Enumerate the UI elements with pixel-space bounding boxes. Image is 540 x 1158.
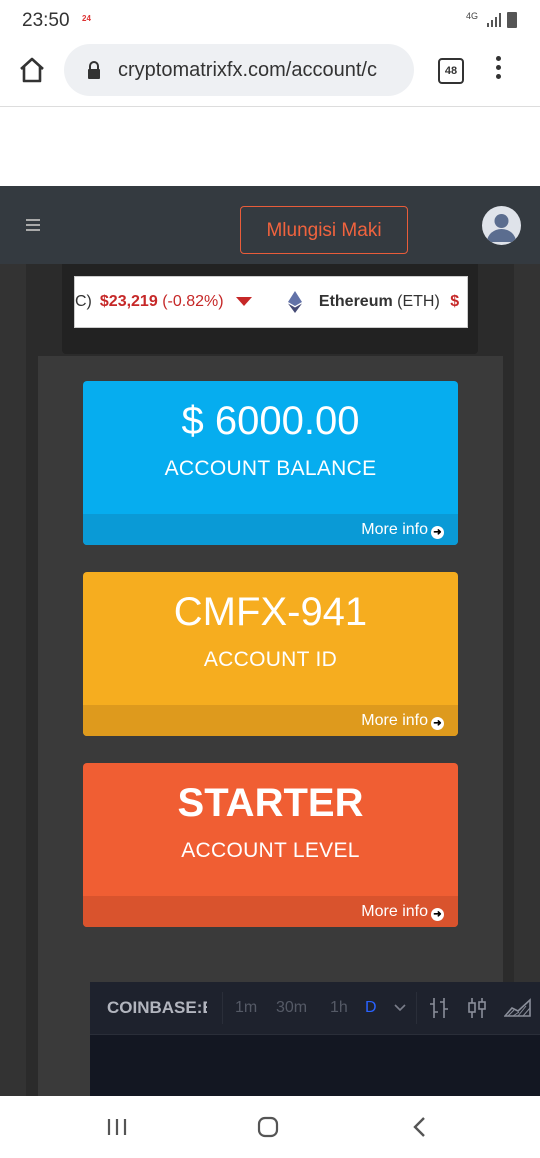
home-nav-icon[interactable] (257, 1116, 279, 1138)
arrow-circle-right-icon: ➜ (431, 526, 444, 539)
arrow-circle-right-icon: ➜ (431, 717, 444, 730)
chart-toolbar: COINBASE:E 1m 30m 1h D (90, 982, 540, 1035)
more-info-link[interactable]: More info ➜ (83, 514, 458, 545)
account-id-card: CMFX-941 ACCOUNT ID More info ➜ (83, 572, 458, 736)
more-vert-icon[interactable] (496, 56, 502, 83)
account-balance-label: ACCOUNT BALANCE (164, 457, 377, 480)
toolbar-divider (416, 992, 417, 1024)
account-balance-value: $ 6000.00 (181, 399, 360, 443)
chevron-down-icon[interactable] (394, 1004, 406, 1012)
ticker-prev-symbol: C) (75, 293, 92, 311)
user-avatar-icon[interactable] (482, 206, 521, 245)
hamburger-icon[interactable] (26, 219, 40, 234)
signal-icon (487, 13, 501, 27)
arrow-circle-right-icon: ➜ (431, 908, 444, 921)
home-icon[interactable] (18, 56, 46, 84)
tradingview-widget[interactable]: COINBASE:E 1m 30m 1h D (90, 982, 540, 1096)
candles-style-icon[interactable] (466, 996, 488, 1020)
account-level-label: ACCOUNT LEVEL (181, 839, 360, 862)
more-info-link[interactable]: More info ➜ (83, 896, 458, 927)
ethereum-icon (288, 291, 303, 313)
notification-badge: 24 (82, 14, 91, 23)
browser-toolbar: cryptomatrixfx.com/account/c 48 (0, 40, 540, 107)
account-level-value: STARTER (177, 781, 364, 825)
site-navbar: Mlungisi Maki (0, 186, 540, 264)
more-info-label: More info (361, 903, 428, 920)
recent-apps-icon[interactable] (106, 1117, 128, 1137)
ticker-coin-name: Ethereum (318, 293, 393, 311)
more-info-label: More info (361, 521, 428, 538)
system-nav-bar (0, 1096, 540, 1158)
bars-style-icon[interactable] (428, 996, 450, 1020)
ticker-next-price: $ (450, 293, 460, 311)
account-level-card: STARTER ACCOUNT LEVEL More info ➜ (83, 763, 458, 927)
tab-switcher-button[interactable]: 48 (438, 58, 464, 84)
more-info-label: More info (361, 712, 428, 729)
account-id-value: CMFX-941 (173, 590, 368, 634)
timeframe-1m[interactable]: 1m (235, 999, 257, 1017)
account-balance-card: $ 6000.00 ACCOUNT BALANCE More info ➜ (83, 381, 458, 545)
price-ticker[interactable]: C) $23,219 (-0.82%) Ethereum (ETH) $ (74, 276, 468, 328)
user-name-button[interactable]: Mlungisi Maki (240, 206, 408, 254)
right-rail (514, 264, 540, 1096)
down-arrow-icon (236, 296, 252, 306)
back-icon[interactable] (412, 1116, 426, 1138)
address-bar[interactable]: cryptomatrixfx.com/account/c (64, 44, 414, 96)
lock-icon (88, 61, 100, 79)
left-rail (0, 264, 26, 1096)
network-type: 4G (466, 11, 479, 21)
account-id-label: ACCOUNT ID (203, 648, 338, 671)
url-text[interactable]: cryptomatrixfx.com/account/c (118, 59, 377, 82)
ticker-prev-price: $23,219 (99, 293, 158, 311)
status-time: 23:50 (22, 10, 70, 31)
ticker-prev-change: (-0.82%) (162, 293, 224, 311)
more-info-link[interactable]: More info ➜ (83, 705, 458, 736)
area-style-icon[interactable] (504, 998, 532, 1018)
timeframe-30m[interactable]: 30m (276, 999, 307, 1017)
toolbar-divider (222, 992, 223, 1024)
status-bar: 23:50 24 4G (0, 0, 540, 40)
chart-symbol[interactable]: COINBASE:E (107, 998, 207, 1018)
ticker-coin-symbol: (ETH) (397, 293, 440, 311)
page-top-spacer (0, 107, 540, 186)
timeframe-1h[interactable]: 1h (330, 999, 348, 1017)
ticker-row: C) $23,219 (-0.82%) Ethereum (ETH) $ (75, 291, 459, 313)
battery-icon (507, 12, 517, 28)
timeframe-d[interactable]: D (365, 999, 377, 1017)
